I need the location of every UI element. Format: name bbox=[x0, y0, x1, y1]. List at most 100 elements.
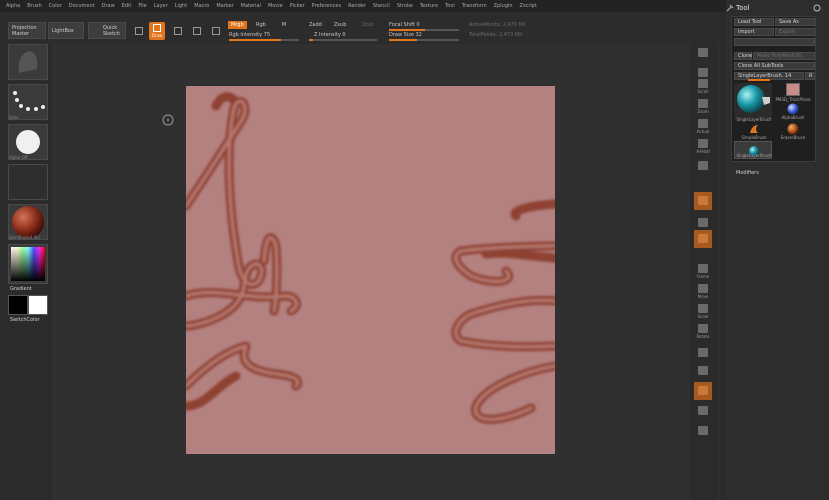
solo-button[interactable] bbox=[694, 402, 712, 420]
xpose-button[interactable] bbox=[694, 422, 712, 440]
bpr-button[interactable] bbox=[694, 44, 712, 62]
menu-item-brush[interactable]: Brush bbox=[27, 3, 41, 9]
scale-view-button[interactable]: Scale bbox=[694, 302, 712, 320]
xyz-icon bbox=[698, 218, 708, 227]
aahalf-button[interactable]: AAHalf bbox=[694, 137, 712, 155]
z-intensity-track[interactable] bbox=[309, 39, 377, 41]
rotate-button[interactable] bbox=[208, 22, 224, 40]
menu-item-material[interactable]: Material bbox=[241, 3, 261, 9]
aahalf-label: AAHalf bbox=[696, 148, 710, 154]
polyf-button[interactable] bbox=[694, 344, 712, 362]
thumb-caption-5: EraserBrush bbox=[780, 135, 806, 140]
focal-shift-slider[interactable]: Focal Shift 0 bbox=[389, 22, 420, 28]
actual-button[interactable]: Actual bbox=[694, 117, 712, 135]
color-picker[interactable] bbox=[8, 244, 48, 284]
rgb-intensity-slider[interactable]: Rgb Intensity 75 bbox=[229, 32, 270, 38]
menu-item-color[interactable]: Color bbox=[49, 3, 62, 9]
local-button[interactable] bbox=[694, 192, 712, 210]
scroll-button[interactable]: Scroll bbox=[694, 77, 712, 95]
import-button[interactable]: Import bbox=[734, 28, 774, 36]
brush-thumbnail[interactable] bbox=[8, 44, 48, 80]
tool-palette-content: Load Tool Save As Import Export Clone Ma… bbox=[731, 16, 816, 162]
clone-button[interactable]: Clone bbox=[734, 52, 752, 60]
export-button[interactable]: Export bbox=[775, 28, 815, 36]
edit-icon bbox=[135, 26, 143, 35]
quick-sketch-button[interactable]: Quick Sketch bbox=[88, 22, 126, 39]
rotate-view-button[interactable]: Rotate bbox=[694, 322, 712, 340]
rgb-intensity-fill bbox=[229, 39, 281, 41]
menu-item-edit[interactable]: Edit bbox=[122, 3, 132, 9]
menu-item-texture[interactable]: Texture bbox=[420, 3, 438, 9]
menu-item-render[interactable]: Render bbox=[348, 3, 366, 9]
cursor-icon bbox=[162, 114, 174, 126]
move-button[interactable] bbox=[170, 22, 186, 40]
menu-item-zplugin[interactable]: Zplugin bbox=[494, 3, 513, 9]
modifiers-section-header[interactable]: Modifiers bbox=[736, 170, 759, 176]
current-tool-r-button[interactable]: R bbox=[805, 72, 815, 80]
switch-color-button[interactable]: SwitchColor bbox=[10, 317, 40, 323]
m-button[interactable]: M bbox=[282, 22, 286, 28]
menu-item-stroke[interactable]: Stroke bbox=[397, 3, 413, 9]
scale-button[interactable] bbox=[189, 22, 205, 40]
secondary-color-swatch[interactable] bbox=[28, 295, 48, 315]
refresh-icon[interactable] bbox=[813, 4, 821, 12]
menu-item-file[interactable]: File bbox=[138, 3, 146, 9]
menu-item-light[interactable]: Light bbox=[175, 3, 187, 9]
menu-item-alpha[interactable]: Alpha bbox=[6, 3, 20, 9]
frame-label: Frame bbox=[696, 273, 710, 279]
rgb-button[interactable]: Rgb bbox=[256, 22, 266, 28]
menu-item-marker[interactable]: Marker bbox=[216, 3, 233, 9]
zsub-button[interactable]: Zsub bbox=[334, 22, 346, 28]
document-canvas[interactable] bbox=[186, 86, 555, 454]
edit-button[interactable] bbox=[131, 22, 147, 40]
persp-icon bbox=[698, 161, 708, 170]
frame-button[interactable]: Frame bbox=[694, 262, 712, 280]
lightbox-button[interactable]: LightBox bbox=[48, 22, 84, 39]
menu-item-movie[interactable]: Movie bbox=[268, 3, 283, 9]
goz-row[interactable] bbox=[734, 38, 815, 46]
eraser-brush-icon[interactable] bbox=[787, 123, 799, 135]
local-icon bbox=[698, 196, 708, 205]
active-points-readout: ActivePoints: 2,470 Mil bbox=[469, 22, 526, 28]
persp-button[interactable] bbox=[694, 157, 712, 175]
current-tool-thumbnail[interactable] bbox=[734, 83, 772, 119]
menu-item-layer[interactable]: Layer bbox=[154, 3, 168, 9]
draw-size-slider[interactable]: Draw Size 32 bbox=[389, 32, 422, 38]
menu-item-transform[interactable]: Transform bbox=[462, 3, 487, 9]
make-polymesh-button[interactable]: Make PolyMesh3D bbox=[753, 52, 815, 60]
main-color-swatch[interactable] bbox=[8, 295, 28, 315]
z-intensity-slider[interactable]: Z Intensity 0 bbox=[314, 32, 346, 38]
dynamic-button[interactable] bbox=[694, 382, 712, 400]
move-view-button[interactable]: Move bbox=[694, 282, 712, 300]
texture-thumbnail[interactable] bbox=[8, 164, 48, 200]
projection-master-button[interactable]: Projection Master bbox=[8, 22, 46, 39]
draw-button[interactable]: Draw bbox=[149, 22, 165, 40]
menu-item-stencil[interactable]: Stencil bbox=[373, 3, 390, 9]
menu-item-macro[interactable]: Macro bbox=[194, 3, 209, 9]
color-gradient-field[interactable] bbox=[11, 247, 45, 281]
menu-item-tool[interactable]: Tool bbox=[445, 3, 455, 9]
clone-all-subtools-button[interactable]: Clone All SubTools bbox=[734, 62, 815, 70]
save-as-button[interactable]: Save As bbox=[775, 18, 815, 26]
simple-brush-icon[interactable] bbox=[748, 123, 760, 135]
mrgb-button[interactable]: Mrgb bbox=[228, 21, 247, 29]
load-tool-button[interactable]: Load Tool bbox=[734, 18, 774, 26]
menu-item-draw[interactable]: Draw bbox=[102, 3, 115, 9]
zoom-button[interactable]: Zoom bbox=[694, 97, 712, 115]
menu-item-picker[interactable]: Picker bbox=[290, 3, 305, 9]
sym-button[interactable] bbox=[694, 230, 712, 248]
z-intensity-fill bbox=[309, 39, 313, 41]
thick-plane-thumbnail[interactable] bbox=[786, 83, 800, 96]
menu-item-document[interactable]: Document bbox=[69, 3, 95, 9]
zcut-button[interactable]: Zcut bbox=[362, 22, 373, 28]
menu-item-zscript[interactable]: Zscript bbox=[520, 3, 537, 9]
zadd-button[interactable]: Zadd bbox=[309, 22, 322, 28]
menu-item-preferences[interactable]: Preferences bbox=[312, 3, 341, 9]
sculpted-strokes bbox=[186, 92, 555, 424]
move-icon bbox=[174, 26, 182, 35]
alpha-brush-icon[interactable] bbox=[787, 103, 799, 115]
actual-label: Actual bbox=[696, 128, 710, 134]
pin-icon[interactable] bbox=[726, 4, 734, 12]
material-sphere-icon bbox=[12, 206, 44, 238]
transp-button[interactable] bbox=[694, 362, 712, 380]
